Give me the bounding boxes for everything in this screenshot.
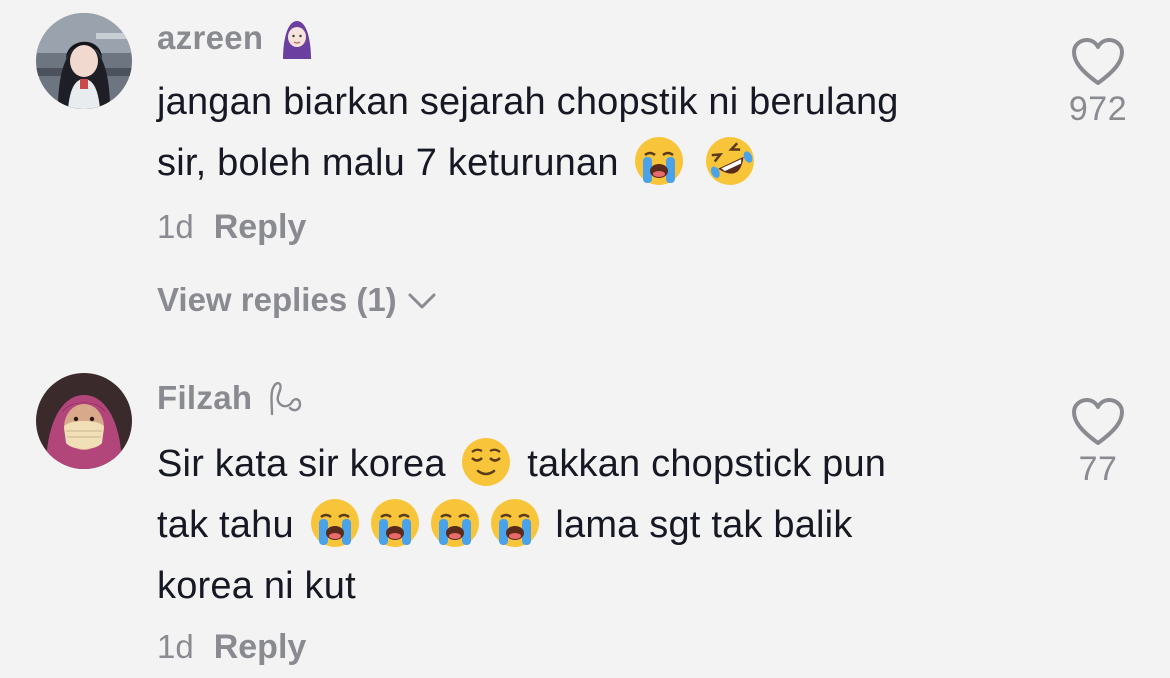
comment-item: azreen jangan biarkan sejarah chopstik n… [0,0,1170,340]
comment-text: jangan biarkan sejarah chopstik ni berul… [157,72,1037,194]
relieved-face-emoji-icon [460,436,512,488]
comment-segment: Sir kata sir korea [157,443,446,485]
avatar[interactable] [36,373,132,469]
loudly-crying-face-emoji-icon [429,497,481,549]
view-replies-label: View replies (1) [157,281,397,318]
comment-segment: korea ni kut [157,565,356,607]
username-row: azreen [157,18,317,59]
reply-button[interactable]: Reply [214,628,307,667]
person-in-headscarf-emoji-icon [277,18,317,59]
timestamp: 1d [157,208,194,245]
reply-button[interactable]: Reply [214,208,307,247]
view-replies-button[interactable]: View replies (1) [157,281,437,319]
like-count: 77 [1078,450,1118,488]
heart-outline-icon[interactable] [1070,36,1126,88]
username-row: Filzah [157,378,306,418]
timestamp: 1d [157,628,194,665]
comment-meta: 1d Reply [157,628,306,667]
comment-line: jangan biarkan sejarah chopstik ni berul… [157,81,899,123]
like-block: 77 [1058,396,1138,489]
loudly-crying-face-emoji-icon [633,135,685,187]
loudly-crying-face-emoji-icon [309,497,361,549]
like-block: 972 [1058,36,1138,129]
loudly-crying-face-emoji-icon [489,497,541,549]
comment-line: sir, boleh malu 7 keturunan [157,142,619,184]
username[interactable]: azreen [157,19,263,57]
username[interactable]: Filzah [157,379,252,417]
chevron-down-icon [407,281,437,319]
comment-segment: takkan chopstick pun [527,443,887,485]
decorative-swirl-glyph-icon [266,378,306,418]
heart-outline-icon[interactable] [1070,396,1126,448]
comment-text: Sir kata sir korea takkan chopstick pun … [157,434,1037,617]
rolling-on-floor-laughing-emoji-icon [704,135,756,187]
like-count: 972 [1068,90,1128,128]
avatar[interactable] [36,13,132,109]
comment-meta: 1d Reply [157,208,306,247]
comment-item: Filzah Sir kata sir korea takkan chopsti… [0,340,1170,678]
loudly-crying-face-emoji-icon [369,497,421,549]
comment-segment: tak tahu [157,504,294,546]
comment-segment: lama sgt tak balik [555,504,853,546]
